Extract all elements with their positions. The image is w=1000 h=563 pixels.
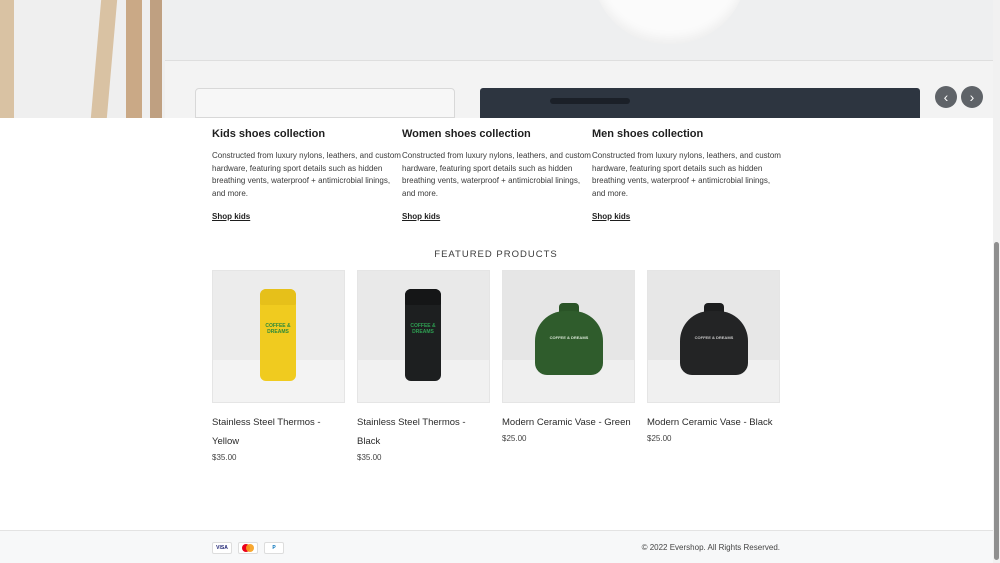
shop-kids-link[interactable]: Shop kids <box>212 212 250 221</box>
product-card: COFFEE & DREAMS Modern Ceramic Vase - Bl… <box>647 270 780 462</box>
product-price: $35.00 <box>212 453 237 462</box>
scrollbar-thumb[interactable] <box>994 242 999 560</box>
stool-leg <box>90 0 118 118</box>
vase-body <box>535 311 603 375</box>
hero-wall <box>165 0 993 60</box>
thermos-cap <box>405 289 441 305</box>
product-price: $25.00 <box>647 434 672 443</box>
page-scrollbar[interactable] <box>993 0 1000 563</box>
product-logo: COFFEE & DREAMS <box>265 323 291 335</box>
product-logo: COFFEE & DREAMS <box>549 335 589 340</box>
collection-description: Constructed from luxury nylons, leathers… <box>212 151 401 198</box>
mastercard-icon <box>238 542 258 554</box>
product-card: COFFEE & DREAMS Stainless Steel Thermos … <box>212 270 345 462</box>
vase-black: COFFEE & DREAMS <box>680 303 748 375</box>
copyright-text: © 2022 Evershop. All Rights Reserved. <box>641 543 780 552</box>
product-image[interactable]: COFFEE & DREAMS <box>502 270 635 403</box>
product-card: COFFEE & DREAMS Modern Ceramic Vase - Gr… <box>502 270 635 462</box>
stool-leg <box>150 0 162 118</box>
carousel-prev-button[interactable]: ‹ <box>935 86 957 108</box>
chevron-left-icon: ‹ <box>943 89 949 105</box>
visa-icon: VISA <box>212 542 232 554</box>
page: ‹ › Kids shoes collection Constructed fr… <box>0 0 1000 563</box>
product-name[interactable]: Stainless Steel Thermos - Yellow <box>212 413 345 451</box>
collection-women: Women shoes collection Constructed from … <box>402 128 592 224</box>
product-image[interactable]: COFFEE & DREAMS <box>647 270 780 403</box>
product-price: $35.00 <box>357 453 382 462</box>
payment-methods: VISA P <box>212 542 284 554</box>
hero-drawer-left <box>195 88 455 118</box>
product-image[interactable]: COFFEE & DREAMS <box>212 270 345 403</box>
stool-leg <box>0 0 14 118</box>
featured-products-heading: FEATURED PRODUCTS <box>434 249 558 260</box>
thermos-black: COFFEE & DREAMS <box>405 289 441 381</box>
product-image[interactable]: COFFEE & DREAMS <box>357 270 490 403</box>
product-name[interactable]: Modern Ceramic Vase - Green <box>502 413 635 432</box>
footer: VISA P © 2022 Evershop. All Rights Reser… <box>0 530 993 563</box>
collection-title: Men shoes collection <box>592 128 704 140</box>
vase-body <box>680 311 748 375</box>
collection-title: Women shoes collection <box>402 128 531 140</box>
product-logo: COFFEE & DREAMS <box>694 335 734 340</box>
hero-drawer-right <box>480 88 920 118</box>
thermos-yellow: COFFEE & DREAMS <box>260 289 296 381</box>
vase-green: COFFEE & DREAMS <box>535 303 603 375</box>
product-logo: COFFEE & DREAMS <box>410 323 436 335</box>
collection-men: Men shoes collection Constructed from lu… <box>592 128 782 224</box>
stool-leg <box>126 0 142 118</box>
shop-men-link[interactable]: Shop kids <box>592 212 630 221</box>
collection-description: Constructed from luxury nylons, leathers… <box>402 151 591 198</box>
collections-section: Kids shoes collection Constructed from l… <box>212 128 782 224</box>
hero-stool-image <box>0 0 165 118</box>
thermos-cap <box>260 289 296 305</box>
collection-description: Constructed from luxury nylons, leathers… <box>592 151 781 198</box>
product-card: COFFEE & DREAMS Stainless Steel Thermos … <box>357 270 490 462</box>
product-price: $25.00 <box>502 434 527 443</box>
collection-kids: Kids shoes collection Constructed from l… <box>212 128 402 224</box>
shop-women-link[interactable]: Shop kids <box>402 212 440 221</box>
drawer-slot <box>550 98 630 104</box>
carousel-next-button[interactable]: › <box>961 86 983 108</box>
product-name[interactable]: Modern Ceramic Vase - Black <box>647 413 780 432</box>
mastercard-logo <box>242 544 254 552</box>
collection-title: Kids shoes collection <box>212 128 326 140</box>
chevron-right-icon: › <box>969 89 975 105</box>
product-grid: COFFEE & DREAMS Stainless Steel Thermos … <box>212 270 780 462</box>
paypal-icon: P <box>264 542 284 554</box>
product-name[interactable]: Stainless Steel Thermos - Black <box>357 413 490 451</box>
hero-banner: ‹ › <box>0 0 993 118</box>
